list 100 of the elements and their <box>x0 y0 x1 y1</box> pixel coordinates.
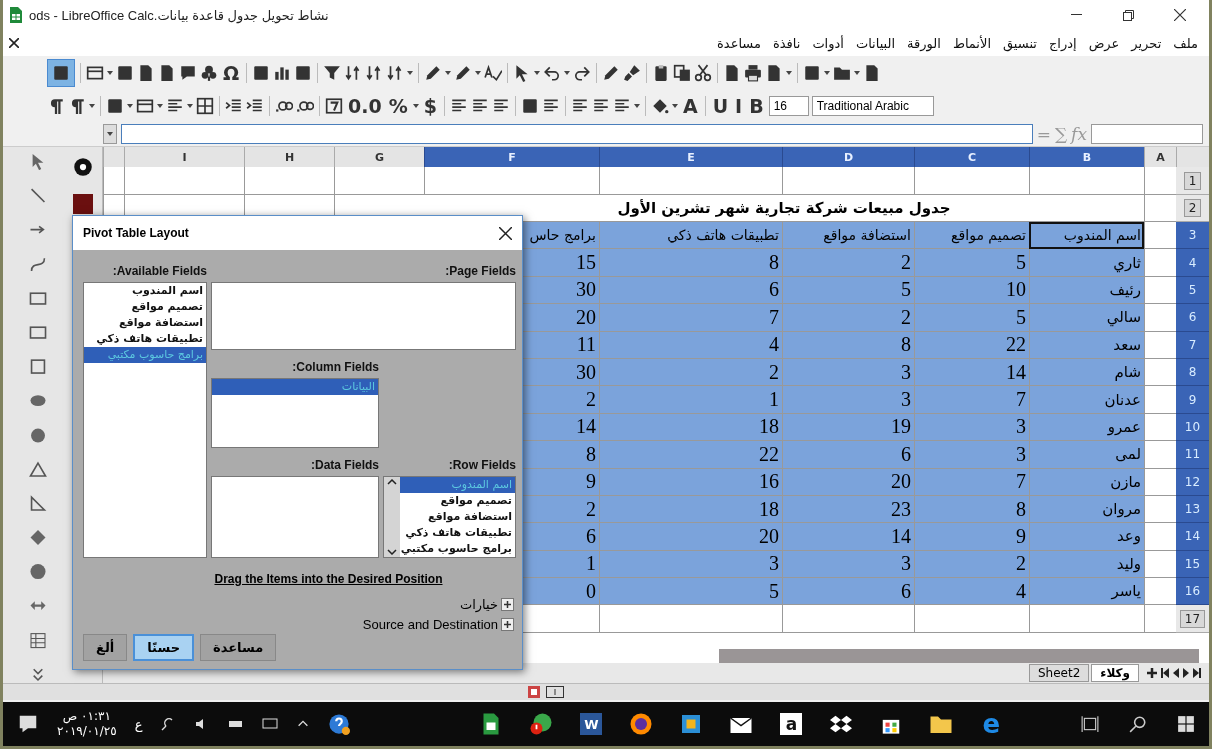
menu-item[interactable]: إدراج <box>1043 33 1082 53</box>
borders-icon[interactable] <box>196 96 214 115</box>
clock-time[interactable]: ٠١:٣١ ص <box>62 709 111 724</box>
cancel-button[interactable]: ألغ <box>83 634 128 661</box>
list-item[interactable]: تصميم مواقع <box>84 299 206 315</box>
column-header[interactable]: F <box>424 147 599 167</box>
row-header[interactable]: 7 <box>1176 331 1209 359</box>
round-app-with-badge-icon[interactable] <box>529 712 554 736</box>
menu-item[interactable]: عرض <box>1083 33 1125 53</box>
monitor-icon[interactable] <box>262 716 279 732</box>
right-triangle-icon[interactable] <box>29 494 47 513</box>
caret-icon[interactable] <box>445 70 452 75</box>
smiley-icon[interactable] <box>29 563 47 581</box>
document-modified-icon[interactable] <box>528 686 540 698</box>
menu-item[interactable]: تحرير <box>1126 33 1167 53</box>
pen-icon[interactable] <box>424 63 443 82</box>
caret-icon[interactable] <box>824 70 831 75</box>
row-header[interactable]: 17 <box>1176 605 1209 633</box>
column-header[interactable]: C <box>914 147 1029 167</box>
caret-icon[interactable] <box>107 132 113 136</box>
list-item[interactable]: اسم المندوب <box>84 283 206 299</box>
column-header[interactable]: I <box>124 147 244 167</box>
row-header[interactable]: 15 <box>1176 550 1209 579</box>
rectangle-icon[interactable] <box>29 323 47 342</box>
sheet-tab[interactable]: وكلاء <box>1091 664 1139 682</box>
square-icon[interactable] <box>29 358 47 376</box>
toolbar-button[interactable]: % <box>386 94 410 117</box>
caret-icon[interactable] <box>475 70 482 75</box>
caret-icon[interactable] <box>786 70 793 75</box>
column-header[interactable]: A <box>1144 147 1176 167</box>
table-icon[interactable] <box>29 631 47 649</box>
expand-formula-button[interactable] <box>103 124 117 144</box>
column-header[interactable]: H <box>244 147 334 167</box>
windows-start-icon[interactable] <box>1177 715 1195 733</box>
word-processor-icon[interactable]: W <box>580 713 603 735</box>
help-icon[interactable] <box>328 713 351 735</box>
shop-app-icon[interactable]: a <box>780 713 803 735</box>
notification-icon[interactable] <box>17 713 39 735</box>
menu-item[interactable]: الورقة <box>902 33 946 53</box>
next-sheet-icon[interactable] <box>1183 668 1189 678</box>
data-fields-list[interactable] <box>211 476 379 558</box>
row-header[interactable]: 14 <box>1176 523 1209 551</box>
caret-icon[interactable] <box>187 103 193 108</box>
menu-item[interactable]: أدوات <box>807 33 849 53</box>
caret-icon[interactable] <box>671 103 678 108</box>
row-header[interactable]: 6 <box>1176 304 1209 332</box>
close-icon[interactable] <box>499 226 512 240</box>
default-button[interactable]: حسنًا <box>133 634 194 661</box>
expander-label[interactable]: Source and Destination <box>362 616 498 632</box>
row-header[interactable]: 16 <box>1176 578 1209 606</box>
column-header[interactable]: B <box>1029 147 1144 167</box>
plus-icon[interactable] <box>1147 668 1157 678</box>
available-fields-list[interactable]: اسم المندوب تصميم مواقع استضافة مواقع تطبيقات هاتف ذكي برامج حاسوب مكتبي <box>83 282 207 558</box>
pen-icon[interactable] <box>454 63 473 82</box>
last-sheet-icon[interactable] <box>1193 668 1201 678</box>
menu-item[interactable]: نافذة <box>767 33 806 53</box>
page-icon[interactable] <box>158 63 176 82</box>
curve-icon[interactable] <box>29 255 47 273</box>
browser-icon[interactable] <box>629 712 654 736</box>
caret-icon[interactable] <box>633 103 640 108</box>
row-header[interactable]: 5 <box>1176 276 1209 305</box>
list-item[interactable]: تطبيقات هاتف ذكي <box>84 331 206 347</box>
column-header[interactable]: E <box>599 147 782 167</box>
column-header[interactable]: D <box>782 147 914 167</box>
task-view-icon[interactable] <box>1081 715 1099 733</box>
caret-icon[interactable] <box>407 70 414 75</box>
selection-mode-icon[interactable] <box>546 686 564 698</box>
cut-icon[interactable] <box>694 63 713 82</box>
row-header[interactable]: 2 <box>1176 195 1209 222</box>
comment-icon[interactable] <box>179 63 197 82</box>
font-name-field[interactable]: Traditional Arabic <box>811 95 934 116</box>
copy-icon[interactable] <box>673 63 692 82</box>
font-size-field[interactable]: 16 <box>768 95 809 116</box>
toolbar-button[interactable]: Ω <box>221 61 242 84</box>
caret-icon[interactable] <box>157 103 163 108</box>
clear-formatting-icon[interactable] <box>602 63 621 82</box>
box-cluster-icon[interactable] <box>830 713 853 735</box>
color-swatch-icon[interactable] <box>73 194 93 214</box>
printer-icon[interactable] <box>744 63 763 82</box>
caret-icon[interactable] <box>534 70 541 75</box>
toolbar-button[interactable]: 0.0 <box>346 94 384 117</box>
row-header[interactable]: 10 <box>1176 413 1209 442</box>
toolbar-button[interactable]: B <box>747 94 766 117</box>
list-item[interactable]: استضافة مواقع <box>84 315 206 331</box>
cluster-icon[interactable] <box>200 63 218 82</box>
browser-logo[interactable]: e <box>982 711 1001 737</box>
expand-icon[interactable] <box>501 597 514 611</box>
first-sheet-icon[interactable] <box>1161 668 1169 678</box>
rectangle-icon[interactable] <box>29 289 47 307</box>
horizontal-scrollbar[interactable] <box>719 649 1199 663</box>
diamond-icon[interactable] <box>29 529 47 547</box>
row-header[interactable]: 8 <box>1176 358 1209 387</box>
brush-icon[interactable] <box>623 63 642 82</box>
row-header[interactable]: 13 <box>1176 495 1209 524</box>
close-document-icon[interactable] <box>9 38 19 48</box>
circle-icon[interactable] <box>29 426 47 444</box>
toolbar-button[interactable]: A <box>680 94 700 117</box>
spelling-icon[interactable] <box>484 63 503 82</box>
row-header[interactable]: 11 <box>1176 441 1209 469</box>
flower-icon[interactable] <box>73 157 93 177</box>
